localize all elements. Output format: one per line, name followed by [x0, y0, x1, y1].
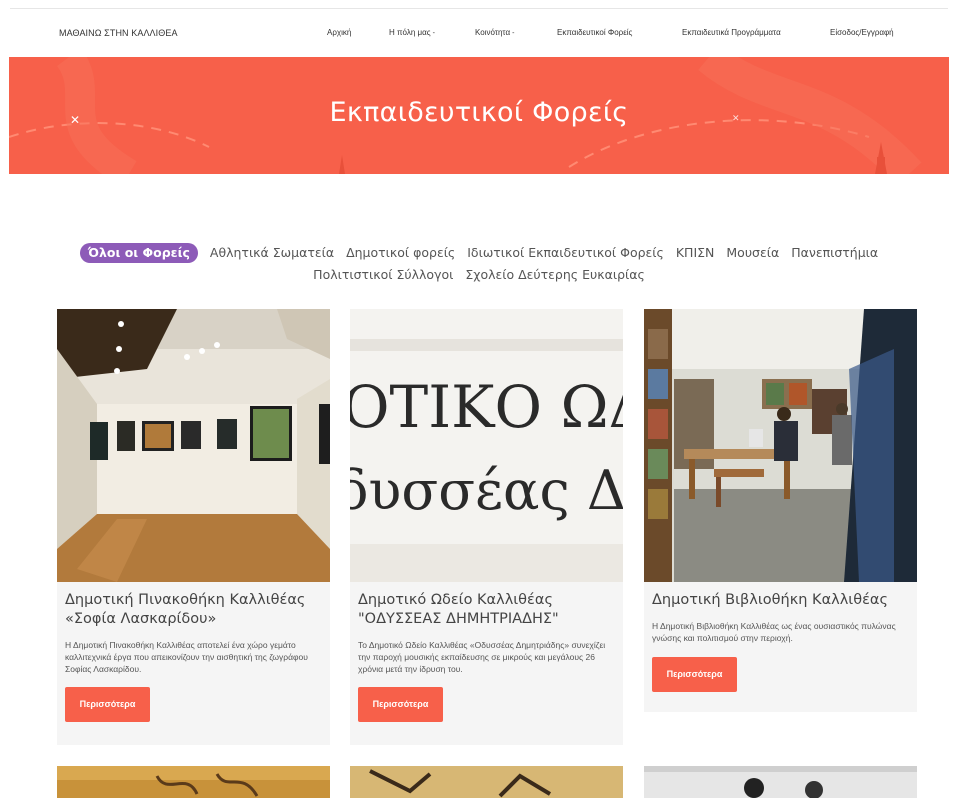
site-brand[interactable]: ΜΑΘΑΙΝΩ ΣΤΗΝ ΚΑΛΛΙΘΕΑ [59, 28, 178, 38]
nav-item-label: Είσοδος/Εγγραφή [830, 28, 894, 37]
nav-item-label: Εκπαιδευτικά Προγράμματα [682, 28, 781, 37]
page-title: Εκπαιδευτικοί Φορείς [329, 97, 629, 128]
filter-kpisn[interactable]: ΚΠΙΣΝ [676, 242, 715, 264]
card-next-row [350, 766, 623, 798]
card-description: Η Δημοτική Πινακοθήκη Καλλιθέας αποτελεί… [65, 640, 308, 674]
nav-item-educational-bodies[interactable]: Εκπαιδευτικοί Φορείς [557, 28, 632, 37]
chevron-down-icon: - [512, 30, 515, 37]
nav-item-label: Εκπαιδευτικοί Φορείς [557, 28, 633, 37]
more-button[interactable]: Περισσότερα [65, 687, 150, 722]
card-library: Δημοτική Βιβλιοθήκη Καλλιθέας Η Δημοτική… [644, 309, 917, 712]
filter-cultural-associations[interactable]: Πολιτιστικοί Σύλλογοι [313, 264, 453, 286]
card-description: Το Δημοτικό Ωδείο Καλλιθέας «Οδυσσέας Δη… [358, 640, 606, 674]
card-image[interactable] [57, 766, 330, 798]
filter-municipal-bodies[interactable]: Δημοτικοί φορείς [346, 242, 455, 264]
filter-private-education[interactable]: Ιδιωτικοί Εκπαιδευτικοί Φορείς [467, 242, 664, 264]
category-filters: Όλοι οι Φορείς Αθλητικά Σωματεία Δημοτικ… [0, 242, 958, 286]
card-next-row [644, 766, 917, 798]
filter-museums[interactable]: Μουσεία [726, 242, 779, 264]
nav-item-home[interactable]: Αρχική [327, 28, 351, 37]
nav-item-educational-programs[interactable]: Εκπαιδευτικά Προγράμματα [682, 28, 781, 37]
card-art-gallery: Δημοτική Πινακοθήκη Καλλιθέας «Σοφία Λασ… [57, 309, 330, 745]
card-description: Η Δημοτική Βιβλιοθήκη Καλλιθέας ως ένας … [652, 621, 896, 643]
filter-all[interactable]: Όλοι οι Φορείς [79, 243, 198, 263]
nav-item-city[interactable]: Η πόλη μας - [389, 28, 435, 37]
card-next-row [57, 766, 330, 798]
card-image[interactable] [644, 309, 917, 582]
card-image[interactable] [644, 766, 917, 798]
card-title[interactable]: Δημοτική Βιβλιοθήκη Καλλιθέας [652, 591, 909, 610]
nav-item-community[interactable]: Κοινότητα - [475, 28, 514, 37]
chevron-down-icon: - [432, 30, 435, 37]
card-title[interactable]: Δημοτικό Ωδείο Καλλιθέας "ΟΔΥΣΣΕΑΣ ΔΗΜΗΤ… [358, 591, 615, 629]
card-conservatory: ΟΤΙΚΟ ΩΔΕΙΟ δυσσέας Δημ Δημοτικό Ωδείο Κ… [350, 309, 623, 745]
filter-universities[interactable]: Πανεπιστήμια [791, 242, 878, 264]
card-image[interactable] [57, 309, 330, 582]
filter-row: Πολιτιστικοί Σύλλογοι Σχολείο Δεύτερης Ε… [0, 264, 958, 286]
card-title[interactable]: Δημοτική Πινακοθήκη Καλλιθέας «Σοφία Λασ… [65, 591, 322, 629]
sign-text: ΟΤΙΚΟ ΩΔΕΙΟ [350, 373, 623, 441]
sign-text: δυσσέας Δημ [350, 459, 623, 522]
card-image[interactable]: ΟΤΙΚΟ ΩΔΕΙΟ δυσσέας Δημ [350, 309, 623, 582]
nav-item-label: Κοινότητα [475, 28, 511, 37]
navbar: ΜΑΘΑΙΝΩ ΣΤΗΝ ΚΑΛΛΙΘΕΑ Αρχική Η πόλη μας -… [0, 9, 958, 57]
nav-item-label: Αρχική [327, 28, 352, 37]
filter-row: Όλοι οι Φορείς Αθλητικά Σωματεία Δημοτικ… [0, 242, 958, 264]
nav-item-label: Η πόλη μας [389, 28, 431, 37]
filter-sports-clubs[interactable]: Αθλητικά Σωματεία [210, 242, 334, 264]
more-button[interactable]: Περισσότερα [652, 657, 737, 692]
more-button[interactable]: Περισσότερα [358, 687, 443, 722]
filter-second-chance-school[interactable]: Σχολείο Δεύτερης Ευκαιρίας [465, 264, 644, 286]
nav-item-login-register[interactable]: Είσοδος/Εγγραφή [830, 28, 894, 37]
card-image[interactable] [350, 766, 623, 798]
hero-banner: ✕ ✕ Εκπαιδευτικοί Φορείς [9, 57, 949, 174]
